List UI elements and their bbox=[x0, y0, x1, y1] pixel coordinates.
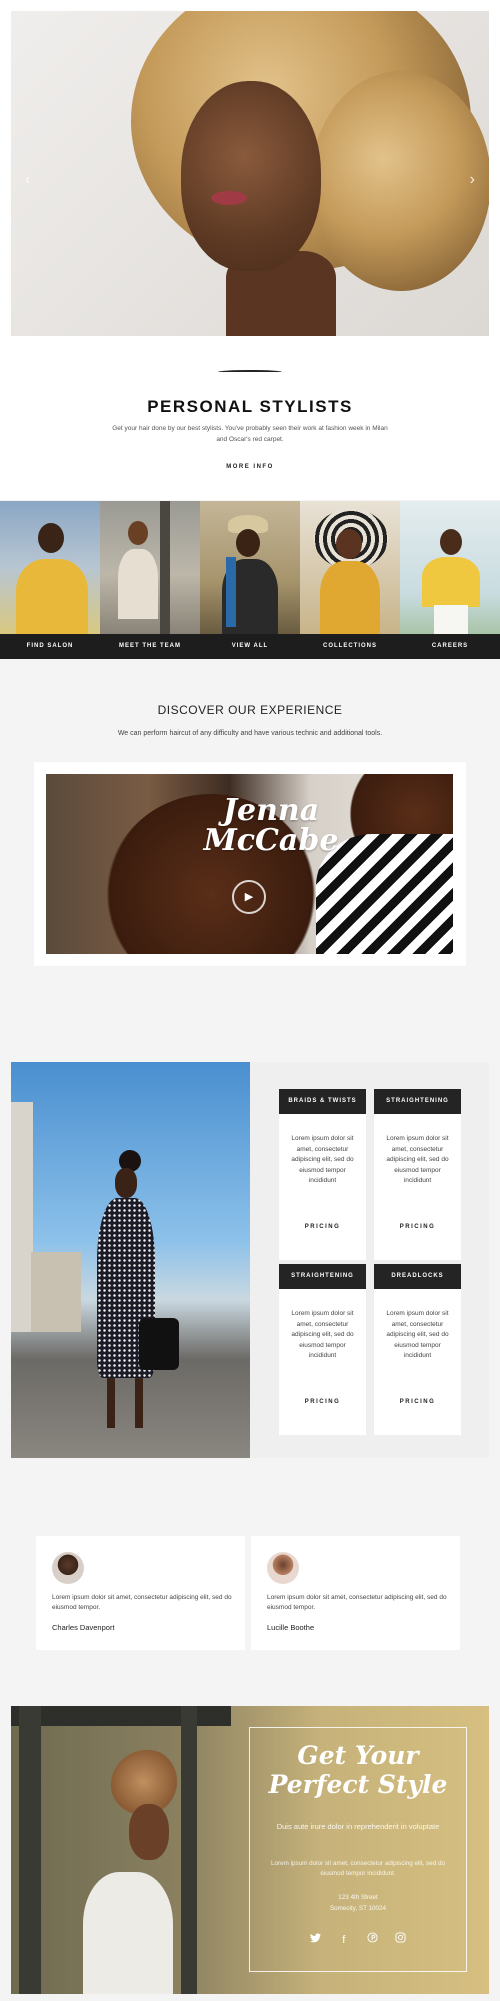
cta-title: Get Your Perfect Style bbox=[268, 1741, 448, 1799]
figure-head bbox=[440, 529, 462, 555]
stylists-title: PERSONAL STYLISTS bbox=[147, 397, 353, 416]
hero-face-shape bbox=[181, 81, 321, 271]
figure-head bbox=[336, 529, 362, 559]
service-title: STRAIGHTENING bbox=[279, 1264, 366, 1289]
cta-tagline: Duis aute irure dolor in reprehenderit i… bbox=[276, 1822, 440, 1831]
nav-meet-the-team[interactable]: MEET THE TEAM bbox=[100, 634, 200, 659]
building-shape bbox=[31, 1252, 81, 1332]
model-photo bbox=[11, 1062, 250, 1458]
video-player[interactable]: Jenna McCabe ▶ bbox=[46, 774, 453, 954]
address-line-2: Somecity, ST 10024 bbox=[329, 1905, 387, 1912]
more-info-link[interactable]: MORE INFO bbox=[0, 464, 500, 470]
play-button[interactable]: ▶ bbox=[232, 880, 266, 914]
slider-prev-arrow-icon[interactable]: ‹ bbox=[25, 171, 30, 189]
service-pricing-link[interactable]: PRICING bbox=[279, 1224, 366, 1230]
slider-next-arrow-icon[interactable]: › bbox=[470, 171, 475, 189]
video-signature: Jenna McCabe bbox=[203, 793, 339, 858]
photo-gallery bbox=[0, 501, 500, 634]
gallery-photo-4[interactable] bbox=[300, 501, 400, 634]
instagram-icon[interactable] bbox=[394, 1932, 408, 1946]
service-description: Lorem ipsum dolor sit amet, consectetur … bbox=[291, 1310, 354, 1359]
discover-subtitle: We can perform haircut of any difficulty… bbox=[117, 730, 383, 737]
nav-collections[interactable]: COLLECTIONS bbox=[300, 634, 400, 659]
service-card-straightening-2: STRAIGHTENING Lorem ipsum dolor sit amet… bbox=[279, 1264, 366, 1435]
nav-view-all[interactable]: VIEW ALL bbox=[200, 634, 300, 659]
testimonial-quote: Lorem ipsum dolor sit amet, consectetur … bbox=[267, 1594, 447, 1611]
hairpin-divider-icon bbox=[218, 370, 282, 374]
hero-slider: ‹ › bbox=[11, 11, 489, 336]
service-card-braids: BRAIDS & TWISTS Lorem ipsum dolor sit am… bbox=[279, 1089, 366, 1260]
discover-title: DISCOVER OUR EXPERIENCE bbox=[157, 703, 343, 717]
nav-find-salon[interactable]: FIND SALON bbox=[0, 634, 100, 659]
truck-frame bbox=[160, 501, 170, 634]
service-description: Lorem ipsum dolor sit amet, consectetur … bbox=[386, 1310, 449, 1359]
page: ‹ › PERSONAL STYLISTS Get your hair done… bbox=[0, 0, 500, 2001]
hero-lips-shape bbox=[211, 191, 247, 205]
figure-body bbox=[16, 559, 88, 634]
avatar bbox=[52, 1552, 84, 1584]
service-description: Lorem ipsum dolor sit amet, consectetur … bbox=[291, 1135, 354, 1184]
figure-body bbox=[118, 549, 158, 619]
service-title: DREADLOCKS bbox=[374, 1264, 461, 1289]
figure-head bbox=[38, 523, 64, 553]
social-links: f bbox=[249, 1930, 467, 1948]
service-title: BRAIDS & TWISTS bbox=[279, 1089, 366, 1114]
testimonial-name: Charles Davenport bbox=[52, 1623, 115, 1632]
figure-body bbox=[320, 561, 380, 634]
stylists-description: Get your hair done by our best stylists.… bbox=[112, 425, 388, 443]
service-card-dreadlocks: DREADLOCKS Lorem ipsum dolor sit amet, c… bbox=[374, 1264, 461, 1435]
cta-top-shape bbox=[83, 1872, 173, 1994]
model-leg bbox=[107, 1378, 115, 1428]
testimonial-card: Lorem ipsum dolor sit amet, consectetur … bbox=[251, 1536, 460, 1650]
hero-hair-shape-2 bbox=[311, 71, 489, 291]
figure-head bbox=[236, 529, 260, 557]
truck-roof bbox=[11, 1706, 231, 1726]
testimonial-card: Lorem ipsum dolor sit amet, consectetur … bbox=[36, 1536, 245, 1650]
cta-description: Lorem ipsum dolor sit amet, consectetur … bbox=[271, 1860, 445, 1877]
nav-careers[interactable]: CAREERS bbox=[400, 634, 500, 659]
gallery-photo-3[interactable] bbox=[200, 501, 300, 634]
gallery-photo-5[interactable] bbox=[400, 501, 500, 634]
figure-head bbox=[128, 521, 148, 545]
avatar bbox=[267, 1552, 299, 1584]
model-handbag bbox=[139, 1318, 179, 1370]
cta-face-shape bbox=[129, 1804, 169, 1860]
model-head bbox=[115, 1168, 137, 1198]
service-pricing-link[interactable]: PRICING bbox=[374, 1224, 461, 1230]
figure-legs bbox=[434, 605, 468, 634]
blue-hair bbox=[226, 557, 236, 627]
testimonial-quote: Lorem ipsum dolor sit amet, consectetur … bbox=[52, 1594, 232, 1611]
service-pricing-link[interactable]: PRICING bbox=[279, 1399, 366, 1405]
figure-body bbox=[422, 557, 480, 607]
truck-frame bbox=[19, 1706, 41, 1994]
model-leg bbox=[135, 1378, 143, 1428]
gallery-photo-1[interactable] bbox=[0, 501, 100, 634]
cta-banner: Get Your Perfect Style Duis aute irure d… bbox=[11, 1706, 489, 1994]
building-shape bbox=[11, 1102, 33, 1332]
cta-address: 123 4th Street Somecity, ST 10024 bbox=[249, 1892, 467, 1914]
service-card-straightening: STRAIGHTENING Lorem ipsum dolor sit amet… bbox=[374, 1089, 461, 1260]
truck-frame bbox=[181, 1706, 197, 1994]
service-pricing-link[interactable]: PRICING bbox=[374, 1399, 461, 1405]
facebook-icon[interactable]: f bbox=[337, 1933, 351, 1947]
service-description: Lorem ipsum dolor sit amet, consectetur … bbox=[386, 1135, 449, 1184]
address-line-1: 123 4th Street bbox=[338, 1894, 378, 1901]
gallery-nav-bar: FIND SALON MEET THE TEAM VIEW ALL COLLEC… bbox=[0, 634, 500, 659]
twitter-icon[interactable] bbox=[308, 1933, 322, 1947]
pinterest-icon[interactable] bbox=[365, 1932, 379, 1946]
gallery-photo-2[interactable] bbox=[100, 501, 200, 634]
service-title: STRAIGHTENING bbox=[374, 1089, 461, 1114]
testimonial-name: Lucille Boothe bbox=[267, 1623, 315, 1632]
